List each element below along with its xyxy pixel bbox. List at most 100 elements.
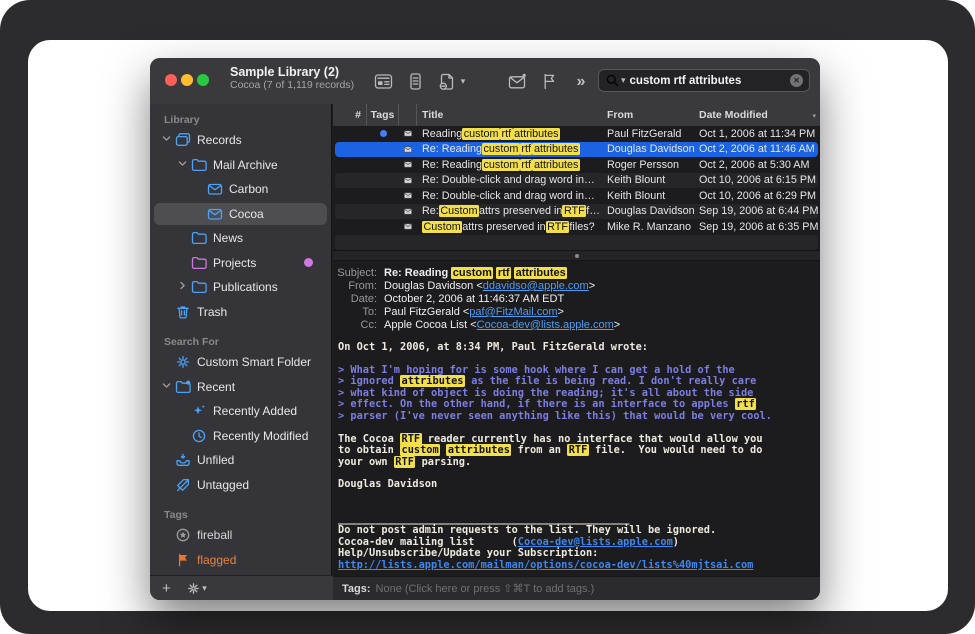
record-from: Paul FitzGerald xyxy=(602,128,694,140)
search-hit-highlight: RTF xyxy=(394,456,416,468)
record-row[interactable]: Reading custom rtf attributesPaul FitzGe… xyxy=(333,126,820,142)
body-line: to obtain custom attributes from an RTF … xyxy=(338,445,816,456)
text-segment: parsing. xyxy=(415,456,471,468)
sidebar-item-label: Trash xyxy=(197,305,227,319)
tray-arrow-icon xyxy=(174,452,191,468)
sidebar-item-cocoa[interactable]: Cocoa xyxy=(150,202,331,227)
pane-splitter[interactable] xyxy=(333,250,820,261)
search-field[interactable]: ▾ custom rtf attributes ✕ xyxy=(598,69,810,92)
splitter-handle-icon xyxy=(575,254,580,259)
sidebar-item-fireball[interactable]: fireball xyxy=(150,523,331,548)
sidebar-item-records[interactable]: Records xyxy=(150,128,331,153)
sidebar-item-publications[interactable]: Publications xyxy=(150,275,331,300)
document-icon[interactable] xyxy=(404,70,426,92)
sidebar-item-untagged[interactable]: Untagged xyxy=(150,473,331,498)
header-field-date: Date:October 2, 2006 at 11:46:37 AM EDT xyxy=(333,293,820,306)
text-segment: > xyxy=(614,319,620,331)
search-hit-highlight: custom xyxy=(482,143,520,155)
column-header-tags[interactable]: Tags xyxy=(367,104,399,126)
text-segment: > parser (I've never seen anything like … xyxy=(338,410,772,422)
sidebar-item-label: Recent xyxy=(197,380,235,394)
sidebar-item-recently-modified[interactable]: Recently Modified xyxy=(150,424,331,449)
text-segment: ________________________________________… xyxy=(338,513,629,525)
sidebar-item-recent[interactable]: Recent xyxy=(150,375,331,400)
toolbar-overflow-icon[interactable]: » xyxy=(570,71,592,93)
record-row[interactable]: Re: Double-click and drag word in…Keith … xyxy=(333,173,820,189)
add-record-button[interactable]: + xyxy=(162,580,171,597)
text-segment: > effect. On the other hand, if there is… xyxy=(338,398,735,410)
disclosure-closed-icon[interactable] xyxy=(174,280,190,294)
search-scope-chevron-icon[interactable]: ▾ xyxy=(621,75,626,86)
sidebar-item-flagged[interactable]: flagged xyxy=(150,548,331,573)
record-row[interactable]: Re: Custom attrs preserved in RTF f…Doug… xyxy=(333,204,820,220)
sidebar-item-news[interactable]: News xyxy=(150,226,331,251)
tags-bar[interactable]: Tags: None (Click here or press ⇧⌘T to a… xyxy=(333,576,820,600)
sidebar-bottom-bar: + ▾ xyxy=(150,575,333,600)
search-input[interactable]: custom rtf attributes xyxy=(630,75,790,87)
minimize-button[interactable] xyxy=(181,74,193,86)
record-row[interactable]: Re: Reading custom rtf attributesDouglas… xyxy=(333,142,820,158)
sidebar-item-label: Cocoa xyxy=(229,207,264,221)
page-canvas: Sample Library (2) Cocoa (7 of 1,119 rec… xyxy=(28,40,948,611)
hyperlink[interactable]: http://lists.apple.com/mailman/options/c… xyxy=(338,559,753,571)
records-icon xyxy=(174,132,191,148)
header-field-cc: Cc:Apple Cocoa List <Cocoa-dev@lists.app… xyxy=(333,319,820,332)
text-segment: Cocoa-dev mailing list ( xyxy=(338,536,518,548)
record-date-modified: Oct 1, 2006 at 11:34 PM xyxy=(694,128,820,140)
action-menu-button[interactable]: ▾ xyxy=(187,582,207,595)
address-card-icon[interactable] xyxy=(372,70,394,92)
column-header-icon[interactable] xyxy=(399,104,417,126)
window-titlebar[interactable]: Sample Library (2) Cocoa (7 of 1,119 rec… xyxy=(150,58,820,105)
folder-icon xyxy=(190,255,207,271)
text-segment: The Cocoa xyxy=(338,433,400,445)
hyperlink[interactable]: Cocoa-dev@lists.apple.com xyxy=(477,319,614,331)
search-hit-highlight: RTF xyxy=(400,433,422,445)
disclosure-open-icon[interactable] xyxy=(158,133,174,147)
record-row[interactable]: Re: Reading custom rtf attributesRoger P… xyxy=(333,157,820,173)
body-line: http://lists.apple.com/mailman/options/c… xyxy=(338,560,816,571)
record-row[interactable]: Re: Double-click and drag word in…Keith … xyxy=(333,188,820,204)
record-date-modified: Sep 19, 2006 at 6:35 PM xyxy=(694,221,820,233)
hyperlink[interactable]: Cocoa-dev@lists.apple.com xyxy=(518,536,673,548)
sidebar-item-trash[interactable]: Trash xyxy=(150,300,331,325)
header-field-from: From:Douglas Davidson <ddavidso@apple.co… xyxy=(333,280,820,293)
sidebar-section-label: Tags xyxy=(150,507,331,523)
header-field-label: Cc: xyxy=(333,319,377,332)
email-icon[interactable] xyxy=(506,70,528,92)
sidebar-item-recently-added[interactable]: Recently Added xyxy=(150,399,331,424)
column-options-icon[interactable]: ▾ xyxy=(812,112,816,120)
message-headers: Subject:Re: Reading custom rtf attribute… xyxy=(333,262,820,332)
body-line: your own RTF parsing. xyxy=(338,457,816,468)
column-header-date-modified[interactable]: Date Modified xyxy=(694,104,820,126)
sidebar-item-label: Carbon xyxy=(229,182,268,196)
record-row[interactable]: Custom attrs preserved in RTF files?Mike… xyxy=(333,219,820,235)
merge-records-icon[interactable] xyxy=(436,70,458,92)
clear-search-icon[interactable]: ✕ xyxy=(790,74,803,87)
hyperlink[interactable]: paf@FitzMail.com xyxy=(469,306,557,318)
disclosure-open-icon[interactable] xyxy=(158,380,174,394)
window-main: LibraryRecordsMail ArchiveCarbonCocoaNew… xyxy=(150,104,820,600)
gear-icon xyxy=(187,582,200,595)
sidebar-item-carbon[interactable]: Carbon xyxy=(150,177,331,202)
sidebar-item-label: Projects xyxy=(213,256,256,270)
search-hit-highlight: rtf xyxy=(496,267,511,279)
column-header-from[interactable]: From xyxy=(602,104,694,126)
search-hit-highlight: rtf xyxy=(500,128,513,140)
sidebar-item-projects[interactable]: Projects xyxy=(150,251,331,276)
sidebar-item-mail-archive[interactable]: Mail Archive xyxy=(150,153,331,178)
flag-toolbar-icon[interactable] xyxy=(538,70,560,92)
text-segment: > ignored xyxy=(338,375,400,387)
column-header-title[interactable]: Title xyxy=(417,104,602,126)
text-segment: your own xyxy=(338,456,394,468)
hyperlink[interactable]: ddavidso@apple.com xyxy=(483,280,589,292)
disclosure-open-icon[interactable] xyxy=(174,158,190,172)
close-button[interactable] xyxy=(165,74,177,86)
merge-chevron-icon[interactable]: ▾ xyxy=(458,70,468,92)
text-segment: Re: Reading xyxy=(384,267,451,279)
sidebar-item-custom-smart-folder[interactable]: Custom Smart Folder xyxy=(150,350,331,375)
window-subtitle: Cocoa (7 of 1,119 records) xyxy=(230,79,354,91)
column-header-#[interactable]: # xyxy=(333,104,367,126)
sidebar-item-unfiled[interactable]: Unfiled xyxy=(150,448,331,473)
zoom-button[interactable] xyxy=(197,74,209,86)
gear-icon xyxy=(174,354,191,370)
